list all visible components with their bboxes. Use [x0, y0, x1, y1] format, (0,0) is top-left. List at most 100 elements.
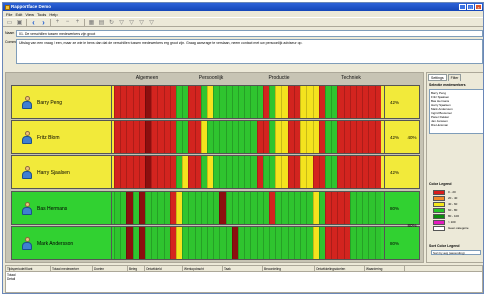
legend-label: 60 - 80 [448, 208, 458, 212]
person-percentage: 42% [384, 86, 404, 118]
person-row[interactable]: Fritz Blom 42% [11, 120, 420, 154]
chart-icon[interactable]: ▤ [98, 19, 105, 26]
app-icon [5, 4, 10, 10]
legend-swatch [433, 207, 445, 213]
heatmap-panel: Algemeen Persoonlijk Productie Techniek … [5, 72, 424, 263]
open-icon[interactable]: ▭ [6, 19, 13, 26]
title-bar: Rapportface Demo _ □ × [3, 3, 483, 11]
column-header[interactable]: Doelen [93, 266, 128, 271]
toolbar-divider [26, 18, 27, 26]
toolbar: ▭ ▣ ‹ › + − + ▦ ▤ ↻ ▽ ▽ ▽ ▽ [3, 17, 483, 27]
app-window: Rapportface Demo _ □ × File Edit View To… [2, 2, 484, 294]
menu-tools[interactable]: Tools [37, 12, 46, 17]
score-strip [114, 227, 381, 259]
name-label: Naam [5, 31, 15, 35]
column-header[interactable]: Taak [223, 266, 263, 271]
legend-label: 20 - 40 [448, 196, 458, 200]
legend-label: 0 - 20 [448, 190, 456, 194]
category-header: Techniek [341, 75, 361, 81]
score-cell[interactable] [374, 192, 381, 224]
forward-icon[interactable]: › [40, 18, 47, 27]
close-button[interactable]: × [475, 4, 482, 10]
column-header[interactable]: Werkopdracht [183, 266, 223, 271]
toolbar-divider [50, 18, 51, 26]
table-row-labels: Totaal Detail [7, 273, 16, 281]
name-input[interactable]: 01. De verschillen tussen medewerkers zi… [16, 30, 483, 37]
person-percentage: 42% [384, 121, 404, 153]
person-icon [22, 131, 32, 144]
sort-title: Sort Color Legend [429, 244, 460, 248]
person-row[interactable]: Mark Andersson 80% [11, 226, 420, 260]
person-row[interactable]: Barry Peng 42% [11, 85, 420, 119]
filter-icon[interactable]: ▽ [128, 19, 135, 26]
column-header[interactable]: Beoordeling [263, 266, 315, 271]
person-name-cell[interactable]: Bas Hermans [12, 192, 112, 224]
settings-tabs: Settings Filter [427, 73, 483, 82]
column-header[interactable]: Beleg [128, 266, 145, 271]
person-name-cell[interactable]: Mark Andersson [12, 227, 112, 259]
score-strip [114, 86, 381, 118]
person-name-cell[interactable]: Barry Peng [12, 86, 112, 118]
insert-icon[interactable]: + [74, 19, 81, 26]
score-cell[interactable] [374, 227, 381, 259]
score-cell[interactable] [374, 156, 381, 188]
person-row[interactable]: Harry Sjaalsen 42% [11, 155, 420, 189]
legend-label: > 100 [448, 220, 456, 224]
toolbar-divider [84, 18, 85, 26]
legend-item: Geen categorie [433, 225, 483, 231]
menu-help[interactable]: Help [49, 12, 57, 17]
category-header: Algemeen [135, 75, 159, 81]
employee-list[interactable]: Barry Peng Fritz Sjaalsen Bas Hermans Harry… [429, 89, 483, 134]
name-row: Naam 01. De verschillen tussen medewerke… [5, 30, 483, 37]
person-name: Bas Hermans [37, 206, 68, 212]
filter-icon[interactable]: ▽ [138, 19, 145, 26]
refresh-icon[interactable]: ↻ [108, 19, 115, 26]
menu-view[interactable]: View [25, 12, 34, 17]
filter-icon[interactable]: ▽ [148, 19, 155, 26]
person-name: Fritz Blom [37, 135, 60, 141]
remove-icon[interactable]: − [64, 19, 71, 26]
category-header: Productie [268, 75, 290, 81]
menu-file[interactable]: File [6, 12, 12, 17]
column-header[interactable]: Ontwikkelingsdoelen [315, 266, 365, 271]
person-row[interactable]: Bas Hermans 80% [11, 191, 420, 225]
person-name: Barry Peng [37, 100, 63, 106]
column-header[interactable]: Ontwikkeld [145, 266, 183, 271]
legend-label: 80 - 100 [448, 214, 460, 218]
employee-list-item[interactable]: Ria Huisman [431, 123, 482, 127]
person-name-cell[interactable]: Fritz Blom [12, 121, 112, 153]
score-cell[interactable] [374, 121, 381, 153]
person-icon [22, 237, 32, 250]
comment-textarea[interactable]: Uitslag van een vraag / een, maar ze wie… [16, 39, 483, 64]
tab-filter[interactable]: Filter [447, 74, 462, 81]
person-percentage: 80% [384, 227, 404, 259]
score-strip [114, 121, 381, 153]
comment-row: Commentaar Uitslag van een vraag / een, … [5, 39, 483, 64]
person-percentage: 42% [384, 156, 404, 188]
grid-icon[interactable]: ▦ [88, 19, 95, 26]
menu-edit[interactable]: Edit [15, 12, 22, 17]
table-header: Tijdsperiode/Klant Totaal medewerker Doele… [6, 266, 482, 272]
legend-swatch [433, 195, 445, 201]
add-icon[interactable]: + [54, 19, 61, 26]
comment-label: Commentaar [5, 39, 25, 64]
back-icon[interactable]: ‹ [30, 18, 37, 27]
person-name: Mark Andersson [37, 241, 74, 247]
column-header[interactable]: Tijdsperiode/Klant [6, 266, 51, 271]
legend-swatch [433, 225, 445, 231]
maximize-button[interactable]: □ [467, 4, 474, 10]
tab-settings[interactable]: Settings [428, 74, 447, 81]
person-name-cell[interactable]: Harry Sjaalsen [12, 156, 112, 188]
save-icon[interactable]: ▣ [16, 19, 23, 26]
color-legend: 0 - 20 20 - 40 40 - 60 60 - 80 80 - 100 > 100… [433, 189, 483, 231]
selection-title: Selectie medewerkers [429, 83, 466, 87]
sort-dropdown[interactable]: Sort by avg (ascending) [431, 250, 481, 255]
minimize-button[interactable]: _ [459, 4, 466, 10]
column-header[interactable]: Totaal medewerker [51, 266, 93, 271]
legend-title: Color Legend [429, 182, 452, 186]
score-cell[interactable] [374, 86, 381, 118]
filter-icon[interactable]: ▽ [118, 19, 125, 26]
legend-swatch [433, 219, 445, 225]
column-header[interactable]: Waardering [365, 266, 405, 271]
person-icon [22, 166, 32, 179]
